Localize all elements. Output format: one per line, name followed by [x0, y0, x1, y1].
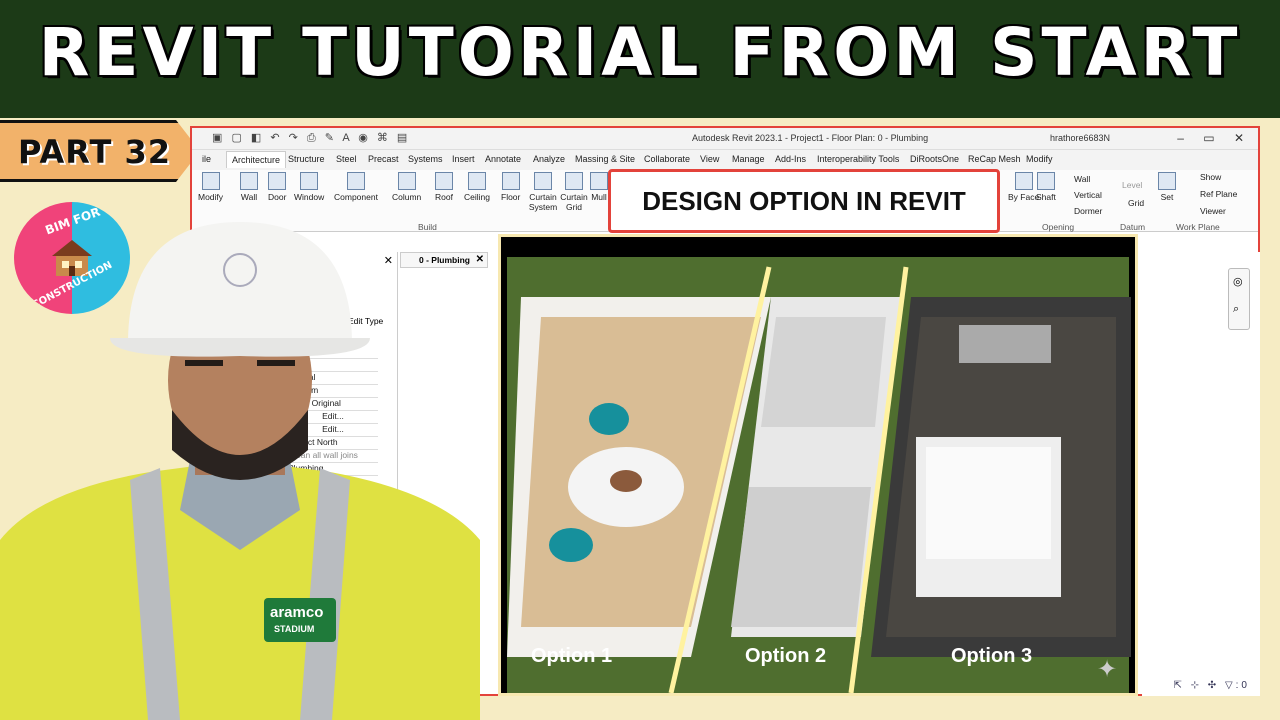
viewer-tool[interactable]: Viewer	[1200, 206, 1226, 216]
ceiling-tool[interactable]: Ceiling	[464, 172, 490, 202]
mullion-icon	[590, 172, 608, 190]
vest-logo-sub: STADIUM	[274, 624, 315, 634]
navigation-bar[interactable]: ◎ ⌕	[1228, 268, 1250, 330]
floorplan-render	[501, 237, 1135, 693]
tab-massing[interactable]: Massing & Site	[575, 154, 635, 164]
tab-annotate[interactable]: Annotate	[485, 154, 521, 164]
floor-tool[interactable]: Floor	[501, 172, 520, 202]
door-tool[interactable]: Door	[268, 172, 286, 202]
option-label-2: Option 2	[745, 645, 827, 667]
component-tool[interactable]: Component	[334, 172, 378, 202]
tab-structure[interactable]: Structure	[288, 154, 325, 164]
shaft-tool[interactable]: Shaft	[1036, 172, 1056, 202]
option-label-3: Option 3	[951, 645, 1033, 667]
tab-precast[interactable]: Precast	[368, 154, 399, 164]
quick-access-toolbar: ▣ ▢ ◧ ↶ ↷ ⎙ ✎ A ◉ ⌘ ▤ Autodesk Revit 202…	[192, 128, 1258, 150]
presenter-photo	[0, 222, 480, 720]
modify-tool[interactable]: Modify	[198, 172, 223, 202]
tab-view[interactable]: View	[700, 154, 719, 164]
tab-add-ins[interactable]: Add-Ins	[775, 154, 806, 164]
ref-plane-tool[interactable]: Ref Plane	[1200, 189, 1237, 199]
curtain-system-tool[interactable]: Curtain System	[528, 172, 558, 212]
callout-text: DESIGN OPTION IN REVIT	[642, 186, 966, 216]
vertical-opening-tool[interactable]: Vertical	[1074, 190, 1102, 200]
roof-icon	[435, 172, 453, 190]
tab-insert[interactable]: Insert	[452, 154, 475, 164]
user-name[interactable]: hrathore6683N	[1050, 133, 1110, 143]
set-icon	[1158, 172, 1176, 190]
option-label-1: Option 1	[531, 645, 613, 667]
wall-icon	[240, 172, 258, 190]
tab-modify[interactable]: Modify	[1026, 154, 1053, 164]
workplane-panel-label: Work Plane	[1176, 222, 1220, 232]
datum-panel-label: Datum	[1120, 222, 1146, 232]
opening-panel-label: Opening	[1042, 222, 1075, 232]
quick-access-icons[interactable]: ▣ ▢ ◧ ↶ ↷ ⎙ ✎ A ◉ ⌘ ▤	[212, 131, 410, 145]
vest-logo-text: aramco	[270, 604, 324, 621]
tab-recap[interactable]: ReCap Mesh	[968, 154, 1021, 164]
curtain-system-icon	[534, 172, 552, 190]
part-label: PART 32	[18, 133, 171, 171]
window-tool[interactable]: Window	[294, 172, 324, 202]
banner-title: REVIT TUTORIAL FROM START	[38, 14, 1242, 91]
tab-collaborate[interactable]: Collaborate	[644, 154, 690, 164]
dormer-tool[interactable]: Dormer	[1074, 206, 1102, 216]
design-option-callout: DESIGN OPTION IN REVIT	[608, 169, 1000, 233]
tab-systems[interactable]: Systems	[408, 154, 443, 164]
pan-icon[interactable]: ⌕	[1233, 303, 1239, 316]
ribbon-tabs: ile Architecture Structure Steel Precast…	[192, 150, 1258, 170]
wall-tool[interactable]: Wall	[240, 172, 258, 202]
window-controls[interactable]: – ▭ ✕	[1177, 131, 1252, 145]
tab-diroots[interactable]: DiRootsOne	[910, 154, 959, 164]
window-icon	[300, 172, 319, 190]
door-icon	[268, 172, 287, 190]
tab-steel[interactable]: Steel	[336, 154, 357, 164]
floor-icon	[501, 172, 520, 190]
zoom-icon[interactable]: ◎	[1233, 275, 1243, 288]
mullion-tool[interactable]: Mull	[590, 172, 608, 202]
level-tool[interactable]: Level	[1122, 180, 1142, 190]
window-title: Autodesk Revit 2023.1 - Project1 - Floor…	[692, 133, 929, 143]
by-face-tool[interactable]: By Face	[1008, 172, 1039, 202]
tab-analyze[interactable]: Analyze	[533, 154, 565, 164]
tab-interoperability[interactable]: Interoperability Tools	[817, 154, 899, 164]
tab-manage[interactable]: Manage	[732, 154, 765, 164]
tab-file[interactable]: ile	[202, 154, 211, 164]
column-tool[interactable]: Column	[392, 172, 421, 202]
show-tool[interactable]: Show	[1200, 172, 1221, 182]
set-tool[interactable]: Set	[1158, 172, 1176, 202]
tab-architecture[interactable]: Architecture	[226, 151, 287, 168]
cursor-icon	[201, 172, 220, 190]
curtain-grid-icon	[565, 172, 583, 190]
component-icon	[346, 172, 365, 190]
part-badge: PART 32	[0, 120, 200, 182]
wall-opening-tool[interactable]: Wall	[1074, 174, 1090, 184]
design-options-render: Option 1 Option 2 Option 3 ✦	[498, 234, 1138, 696]
column-icon	[397, 172, 416, 190]
roof-tool[interactable]: Roof	[435, 172, 453, 202]
ceiling-icon	[468, 172, 486, 190]
shaft-icon	[1036, 172, 1055, 190]
title-banner: REVIT TUTORIAL FROM START	[0, 0, 1280, 118]
sparkle-icon: ✦	[1097, 656, 1118, 683]
grid-tool[interactable]: Grid	[1128, 198, 1144, 208]
curtain-grid-tool[interactable]: Curtain Grid	[560, 172, 588, 212]
by-face-icon	[1014, 172, 1033, 190]
status-bar-icons[interactable]: ⇱ ⊹ ✣ ▽:0	[1173, 680, 1250, 691]
